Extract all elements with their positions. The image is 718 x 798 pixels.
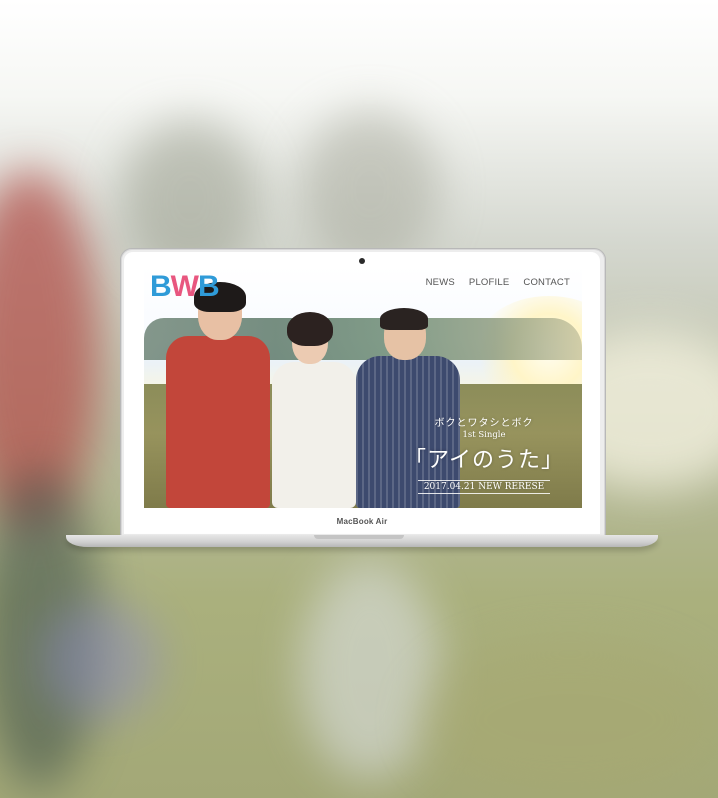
nav-contact[interactable]: CONTACT <box>523 277 570 288</box>
logo-letter-3: B <box>198 270 220 303</box>
laptop-hinge-notch <box>314 535 404 539</box>
nav-profile[interactable]: PLOFILE <box>469 277 509 288</box>
single-title: 「アイのうた」 <box>404 448 564 473</box>
laptop-mockup: BWB NEWS PLOFILE CONTACT ボクとワタシとボク 1st S… <box>0 0 718 798</box>
laptop-model-label: MacBook Air <box>336 517 388 526</box>
site-logo[interactable]: BWB <box>150 270 220 303</box>
website-screen: BWB NEWS PLOFILE CONTACT ボクとワタシとボク 1st S… <box>144 266 582 508</box>
main-nav: NEWS PLOFILE CONTACT <box>426 277 570 288</box>
single-promo: ボクとワタシとボク 1st Single 「アイのうた」 2017.04.21 … <box>394 414 574 494</box>
person-right-hair <box>380 308 428 330</box>
release-date: 2017.04.21 NEW RERESE <box>417 480 551 494</box>
site-header: BWB NEWS PLOFILE CONTACT <box>144 266 582 303</box>
webcam-icon <box>359 258 365 264</box>
person-center-hair <box>287 312 333 346</box>
person-center-body <box>272 362 356 508</box>
nav-news[interactable]: NEWS <box>426 277 455 288</box>
band-name: ボクとワタシとボク <box>434 418 534 429</box>
logo-letter-2: W <box>170 270 199 303</box>
single-label: 1st Single <box>462 430 506 440</box>
logo-letter-1: B <box>150 270 172 303</box>
person-left-body <box>166 336 270 508</box>
